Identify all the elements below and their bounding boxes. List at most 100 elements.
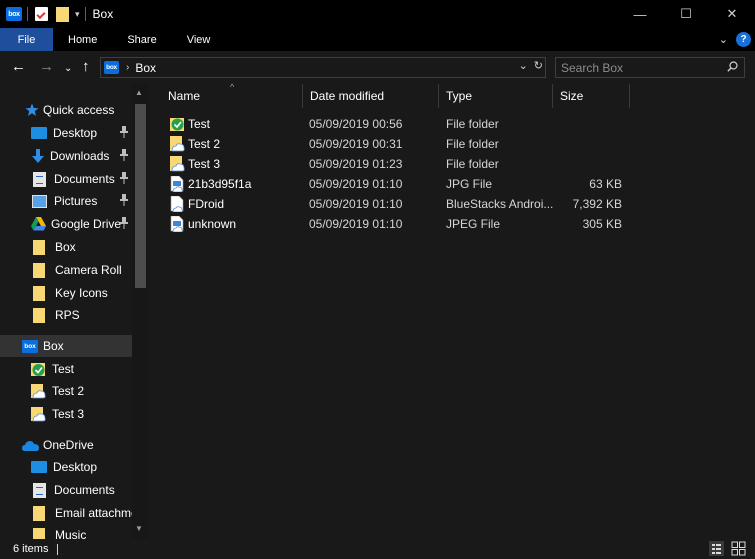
nav-item-box-folder[interactable]: Box	[31, 236, 132, 258]
file-type: File folder	[446, 117, 499, 131]
tab-home[interactable]: Home	[53, 28, 112, 51]
nav-label: OneDrive	[43, 438, 94, 452]
nav-quick-access[interactable]: Quick access	[25, 99, 148, 121]
file-type: JPEG File	[446, 217, 501, 231]
onedrive-cloud-icon	[22, 440, 39, 451]
file-row[interactable]: Test 05/09/2019 00:56 File folder	[166, 114, 626, 134]
nav-onedrive[interactable]: OneDrive	[22, 434, 132, 456]
nav-pane-scrollbar[interactable]: ▲ ▼	[132, 84, 148, 539]
nav-item-pictures[interactable]: Pictures	[31, 190, 132, 212]
nav-label: Box	[43, 339, 64, 353]
column-header-name[interactable]: Name	[161, 84, 303, 108]
ribbon-right-controls: ⌄ ?	[719, 28, 751, 51]
scroll-down-icon[interactable]: ▼	[135, 524, 143, 533]
nav-label: Documents	[54, 483, 115, 497]
tab-view[interactable]: View	[172, 28, 226, 51]
properties-icon[interactable]	[35, 7, 48, 21]
nav-label: Music	[55, 528, 87, 539]
address-bar[interactable]: box › Box ⌄ ↻	[100, 57, 546, 78]
pin-icon[interactable]	[120, 172, 128, 184]
forward-button[interactable]: →	[39, 59, 54, 75]
breadcrumb-separator[interactable]: ›	[126, 62, 129, 73]
minimize-button[interactable]: —	[617, 0, 663, 28]
tab-share[interactable]: Share	[112, 28, 171, 51]
nav-onedrive-documents[interactable]: Documents	[31, 479, 132, 501]
ribbon-tabs: File Home Share View ⌄ ?	[0, 28, 755, 51]
search-input[interactable]	[556, 58, 716, 77]
file-date: 05/09/2019 00:31	[309, 137, 403, 151]
column-header-type[interactable]: Type	[439, 84, 553, 108]
nav-item-test-3[interactable]: Test 3	[31, 403, 132, 425]
file-date: 05/09/2019 01:10	[309, 197, 403, 211]
nav-label: Email attachmer	[55, 506, 132, 520]
large-icons-view-icon[interactable]	[731, 541, 746, 556]
file-row[interactable]: 21b3d95f1a 05/09/2019 01:10 JPG File 63 …	[166, 174, 626, 194]
cloud-folder-icon	[170, 156, 185, 172]
tab-file[interactable]: File	[0, 28, 53, 51]
file-row[interactable]: Test 2 05/09/2019 00:31 File folder	[166, 134, 626, 154]
pin-icon[interactable]	[120, 126, 128, 138]
nav-label: Downloads	[50, 149, 110, 163]
google-drive-icon	[31, 217, 46, 231]
column-header-size[interactable]: Size	[553, 84, 630, 108]
nav-item-test-2[interactable]: Test 2	[31, 380, 132, 402]
refresh-icon[interactable]: ↻	[534, 59, 543, 72]
file-row[interactable]: Test 3 05/09/2019 01:23 File folder	[166, 154, 626, 174]
up-button[interactable]: ↑	[82, 59, 90, 75]
file-row[interactable]: unknown 05/09/2019 01:10 JPEG File 305 K…	[166, 214, 626, 234]
box-logo-icon: box	[22, 339, 38, 353]
nav-label: Test 3	[52, 407, 85, 421]
cloud-file-icon	[170, 176, 184, 192]
folder-icon	[33, 505, 45, 521]
box-app-icon[interactable]: box	[6, 7, 22, 21]
file-date: 05/09/2019 01:10	[309, 177, 403, 191]
synced-folder-icon	[170, 118, 184, 131]
column-header-date-modified[interactable]: Date modified	[303, 84, 439, 108]
recent-locations-button[interactable]: ⌄	[64, 61, 72, 77]
details-view-icon[interactable]	[709, 541, 724, 556]
folder-icon	[33, 262, 45, 278]
nav-item-documents[interactable]: Documents	[31, 168, 132, 190]
qat-separator	[27, 7, 28, 21]
nav-label: Key Icons	[55, 286, 108, 300]
pin-icon[interactable]	[120, 217, 128, 229]
breadcrumb-box[interactable]: Box	[135, 61, 156, 75]
nav-label: Desktop	[53, 126, 98, 140]
nav-box-root[interactable]: box Box	[0, 335, 132, 357]
address-dropdown-icon[interactable]: ⌄	[519, 59, 528, 72]
nav-item-desktop[interactable]: Desktop	[31, 122, 132, 144]
nav-item-downloads[interactable]: Downloads	[31, 145, 132, 167]
nav-onedrive-music[interactable]: Music	[31, 524, 132, 539]
nav-item-key-icons[interactable]: Key Icons	[31, 282, 132, 304]
synced-folder-icon	[31, 362, 45, 376]
pin-icon[interactable]	[120, 149, 128, 161]
nav-label: Google Drive	[51, 217, 122, 231]
close-button[interactable]: ✕	[709, 0, 755, 28]
nav-item-camera-roll[interactable]: Camera Roll	[31, 259, 132, 281]
file-type: BlueStacks Androi...	[446, 197, 554, 211]
back-button[interactable]: ←	[11, 59, 26, 75]
maximize-button[interactable]: ☐	[663, 0, 709, 28]
pin-icon[interactable]	[120, 194, 128, 206]
file-size: 7,392 KB	[572, 197, 622, 211]
help-icon[interactable]: ?	[736, 32, 751, 47]
nav-item-rps[interactable]: RPS	[31, 304, 132, 326]
search-icon[interactable]	[727, 61, 738, 72]
star-icon	[25, 103, 39, 116]
nav-item-google-drive[interactable]: Google Drive	[31, 213, 132, 235]
search-box[interactable]	[555, 57, 745, 78]
file-type: JPG File	[446, 177, 493, 191]
file-size: 63 KB	[589, 177, 622, 191]
file-name: Test 3	[188, 157, 221, 171]
file-name: 21b3d95f1a	[188, 177, 252, 191]
new-folder-icon[interactable]	[56, 6, 69, 22]
scroll-up-icon[interactable]: ▲	[135, 88, 143, 97]
file-list: ^ Name Date modified Type Size Test 05/0…	[148, 82, 755, 539]
nav-item-test[interactable]: Test	[31, 358, 132, 380]
file-row[interactable]: FDroid 05/09/2019 01:10 BlueStacks Andro…	[166, 194, 626, 214]
nav-onedrive-email-attachments[interactable]: Email attachmer	[31, 502, 132, 524]
scroll-thumb[interactable]	[135, 104, 146, 288]
customize-qat-icon[interactable]: ▾	[75, 9, 80, 20]
nav-onedrive-desktop[interactable]: Desktop	[31, 456, 132, 478]
expand-ribbon-icon[interactable]: ⌄	[719, 33, 728, 46]
